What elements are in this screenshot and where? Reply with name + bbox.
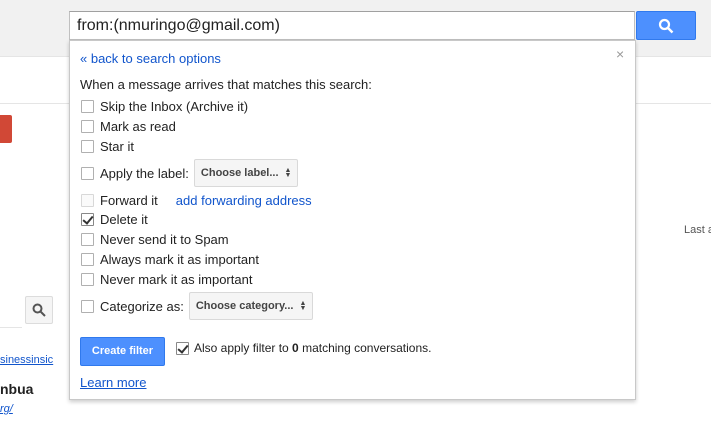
select-arrows-icon: ▲ ▼ bbox=[299, 300, 307, 312]
learn-more-link[interactable]: Learn more bbox=[80, 375, 146, 390]
apply-label-checkbox[interactable] bbox=[81, 166, 94, 180]
delete-checkbox[interactable] bbox=[81, 212, 94, 226]
filter-heading: When a message arrives that matches this… bbox=[80, 77, 372, 92]
star-checkbox[interactable] bbox=[81, 139, 94, 153]
choose-label-text: Choose label... bbox=[200, 167, 279, 179]
choose-category-select[interactable]: Choose category... ▲ ▼ bbox=[188, 292, 314, 320]
add-forwarding-address-link[interactable]: add forwarding address bbox=[176, 193, 312, 208]
back-to-search-options-link[interactable]: « back to search options bbox=[80, 51, 221, 66]
choose-label-select[interactable]: Choose label... ▲ ▼ bbox=[193, 159, 299, 187]
create-filter-button[interactable]: Create filter bbox=[80, 337, 165, 366]
search-icon bbox=[658, 18, 674, 34]
select-arrows-icon: ▲ ▼ bbox=[284, 167, 292, 179]
background-last-label: Last a bbox=[684, 224, 711, 236]
also-apply-checkbox[interactable] bbox=[176, 341, 189, 355]
option-categorize: Categorize as: Choose category... ▲ ▼ bbox=[81, 291, 314, 321]
option-never-important: Never mark it as important bbox=[81, 270, 252, 288]
never-spam-checkbox[interactable] bbox=[81, 232, 94, 246]
mark-read-checkbox[interactable] bbox=[81, 119, 94, 133]
left-search-button[interactable] bbox=[25, 296, 53, 324]
delete-label: Delete it bbox=[100, 211, 148, 227]
never-spam-label: Never send it to Spam bbox=[100, 231, 229, 247]
also-apply-prefix: Also apply filter to bbox=[194, 341, 293, 355]
forward-label: Forward it bbox=[100, 192, 158, 208]
always-important-checkbox[interactable] bbox=[81, 252, 94, 266]
compose-button[interactable] bbox=[0, 115, 12, 143]
also-apply-count: 0 bbox=[292, 341, 299, 355]
always-important-label: Always mark it as important bbox=[100, 251, 259, 267]
option-apply-label: Apply the label: Choose label... ▲ ▼ bbox=[81, 158, 299, 188]
forward-checkbox[interactable] bbox=[81, 193, 94, 207]
search-button[interactable] bbox=[636, 11, 696, 40]
option-star: Star it bbox=[81, 137, 134, 155]
background-link[interactable]: sinessinsic bbox=[0, 354, 69, 366]
option-always-important: Always mark it as important bbox=[81, 250, 259, 268]
categorize-label: Categorize as: bbox=[100, 298, 184, 314]
also-apply-suffix: matching conversations. bbox=[298, 341, 432, 355]
option-skip-inbox: Skip the Inbox (Archive it) bbox=[81, 97, 248, 115]
skip-inbox-checkbox[interactable] bbox=[81, 99, 94, 113]
search-input[interactable] bbox=[77, 15, 622, 36]
apply-label-label: Apply the label: bbox=[100, 165, 189, 181]
search-icon bbox=[32, 303, 46, 317]
skip-inbox-label: Skip the Inbox (Archive it) bbox=[100, 98, 249, 114]
filter-panel: « back to search options × When a messag… bbox=[69, 40, 636, 400]
option-mark-read: Mark as read bbox=[81, 117, 176, 135]
option-forward: Forward it add forwarding address bbox=[81, 191, 312, 209]
never-important-checkbox[interactable] bbox=[81, 272, 94, 286]
choose-category-text: Choose category... bbox=[195, 300, 294, 312]
search-box[interactable] bbox=[69, 11, 635, 40]
star-label: Star it bbox=[100, 138, 134, 154]
categorize-checkbox[interactable] bbox=[81, 299, 94, 313]
option-delete: Delete it bbox=[81, 210, 148, 228]
option-never-spam: Never send it to Spam bbox=[81, 230, 229, 248]
never-important-label: Never mark it as important bbox=[100, 271, 253, 287]
background-bold-text: nbua bbox=[0, 381, 34, 397]
also-apply-option: Also apply filter to 0 matching conversa… bbox=[176, 341, 431, 355]
left-divider bbox=[0, 327, 22, 328]
close-icon[interactable]: × bbox=[616, 46, 624, 62]
background-link-2[interactable]: rg/ bbox=[0, 403, 69, 415]
mark-read-label: Mark as read bbox=[100, 118, 176, 134]
